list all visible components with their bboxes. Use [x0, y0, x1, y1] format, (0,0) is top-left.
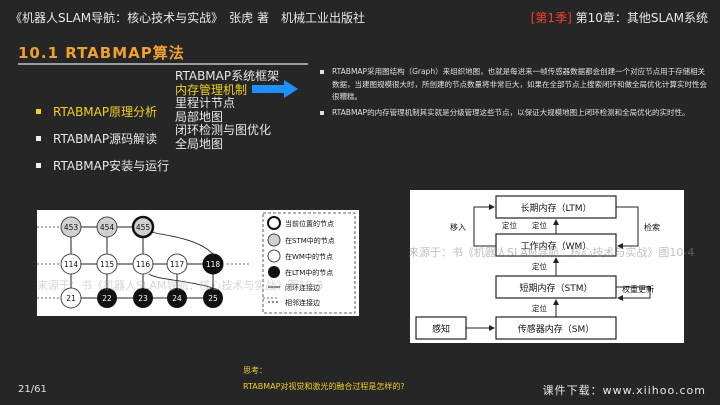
node-label: 454	[100, 223, 115, 232]
node-label: 455	[136, 223, 151, 232]
nav-item-principle[interactable]: RTABMAP原理分析	[36, 98, 169, 125]
page-number: 21/61	[18, 384, 47, 395]
title-divider	[18, 63, 308, 65]
legend-label: 在STM中的节点	[285, 236, 335, 245]
content-bullets: RTABMAP采用图结构（Graph）来组织地图，也就是每进来一帧传感器数据都会…	[320, 66, 712, 122]
legend-stm-icon	[267, 233, 281, 247]
weight-update-label: 权重更新	[622, 284, 654, 294]
bullet-square-icon	[36, 136, 41, 141]
nav-item-source[interactable]: RTABMAP源码解读	[36, 125, 169, 152]
bullet-square-icon	[320, 110, 324, 115]
legend-label: 在WM中的节点	[285, 252, 333, 261]
ltm-label: 长期内存（LTM）	[520, 202, 591, 214]
sm-label: 传感器内存（SM）	[518, 323, 594, 335]
stm-label: 短期内存（STM）	[520, 282, 593, 294]
node-graph-figure: 453 454 455 114 115 116 117 118 21 22 23…	[37, 210, 359, 316]
node-graph-diagram: 453 454 455 114 115 116 117 118 21 22 23…	[37, 212, 356, 314]
node-label: 116	[136, 260, 151, 269]
legend-label: 相邻连接边	[285, 298, 320, 307]
watermark-fig-10-4: 来源于：书《机器人SLAM导航：核心技术与实战》图10-4	[408, 246, 695, 259]
nav-item-install[interactable]: RTABMAP安装与运行	[36, 152, 169, 179]
node-label: 25	[208, 294, 218, 303]
locate-label: 定位	[532, 261, 547, 271]
perception-label: 感知	[432, 323, 450, 335]
node-label: 117	[170, 260, 185, 269]
download-link[interactable]: 课件下载：www.xiihoo.com	[543, 382, 706, 398]
slide-header: 《机器人SLAM导航：核心技术与实战》 张虎 著 机械工业出版社 [第1季] 第…	[0, 0, 720, 36]
nav-item-label: RTABMAP安装与运行	[53, 159, 170, 173]
locate-label: 定位	[532, 303, 547, 313]
subtopic-item[interactable]: 里程计节点	[175, 96, 279, 111]
chapter-title: 第10章：其他SLAM系统	[575, 11, 708, 25]
locate-label: 定位	[502, 220, 517, 230]
node-label: 23	[138, 294, 148, 303]
locate-label: 定位	[532, 220, 547, 230]
migrate-in-label: 移入	[450, 222, 466, 232]
legend-current-icon	[267, 216, 281, 230]
memory-hierarchy-diagram: 长期内存（LTM） 工作内存（WM） 短期内存（STM） 传感器内存（SM） 感…	[415, 195, 660, 340]
legend-label: 当前位置的节点	[285, 219, 334, 228]
bullet-item: RTABMAP的内存管理机制其实就是分级管理这些节点，以保证大规模地图上闭环检测…	[320, 107, 712, 120]
slide-title: 10.1 RTABMAP算法	[18, 44, 185, 62]
node-label: 21	[66, 294, 76, 303]
node-label: 118	[206, 260, 221, 269]
node-label: 24	[172, 294, 182, 303]
chapter-label: [第1季] 第10章：其他SLAM系统	[531, 9, 708, 26]
watermark-fig-10-3: 来源于：书《机器人SLAM导航：核心技术与实战》图10-3	[37, 279, 324, 292]
legend-label: 在LTM中的节点	[285, 268, 333, 277]
node-label: 114	[64, 260, 79, 269]
bullet-item: RTABMAP采用图结构（Graph）来组织地图，也就是每进来一帧传感器数据都会…	[320, 66, 712, 104]
subtopic-item[interactable]: 局部地图	[175, 110, 279, 125]
subtopic-item[interactable]: 闭环检测与图优化	[175, 123, 279, 138]
think-text: RTABMAP对视觉和激光的融合过程是怎样的?	[243, 382, 405, 391]
node-label: 453	[64, 223, 79, 232]
subtopic-item[interactable]: 全局地图	[175, 137, 279, 152]
book-title: 《机器人SLAM导航：核心技术与实战》 张虎 著 机械工业出版社	[10, 11, 365, 25]
think-question: 思考： RTABMAP对视觉和激光的融合过程是怎样的?	[243, 363, 405, 395]
topic-nav: RTABMAP原理分析 RTABMAP源码解读 RTABMAP安装与运行	[36, 98, 169, 179]
legend-wm-icon	[267, 249, 281, 263]
bullet-text: RTABMAP采用图结构（Graph）来组织地图，也就是每进来一帧传感器数据都会…	[332, 67, 707, 101]
section-tag: [第1季]	[530, 11, 572, 25]
nav-item-label: RTABMAP源码解读	[53, 132, 158, 146]
bullet-square-icon	[36, 109, 41, 114]
node-label: 22	[102, 294, 112, 303]
arrow-right-icon	[252, 80, 298, 98]
node-label: 115	[100, 260, 115, 269]
retrieve-label: 检索	[644, 222, 660, 232]
memory-hierarchy-figure: 长期内存（LTM） 工作内存（WM） 短期内存（STM） 传感器内存（SM） 感…	[410, 190, 684, 343]
bullet-square-icon	[36, 163, 41, 168]
nav-item-label: RTABMAP原理分析	[53, 105, 158, 119]
bullet-text: RTABMAP的内存管理机制其实就是分级管理这些节点，以保证大规模地图上闭环检测…	[332, 107, 690, 117]
think-label: 思考：	[243, 366, 267, 375]
bullet-square-icon	[320, 70, 324, 74]
